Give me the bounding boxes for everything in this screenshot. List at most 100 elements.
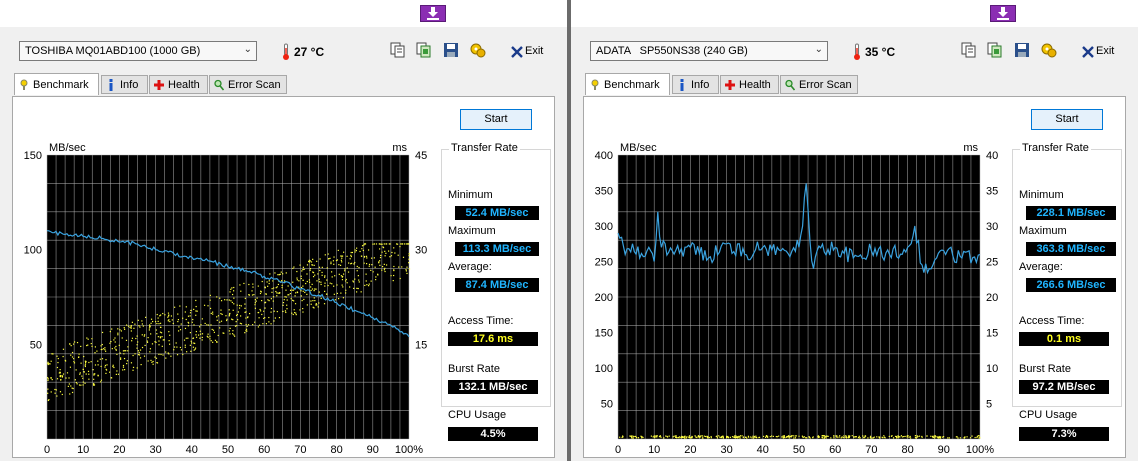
access-time-point [312,271,314,273]
access-time-point [168,331,170,333]
access-time-point [214,339,217,341]
access-time-point [104,366,106,368]
tab-error-scan[interactable]: Error Scan [209,75,287,94]
access-time-point [336,292,338,295]
access-time-point [192,318,194,321]
access-time-point [318,278,320,280]
maximum-value: 363.8 MB/sec [1026,242,1116,256]
access-time-point [100,345,102,347]
download-icon[interactable] [420,5,446,22]
access-time-point [169,334,171,336]
drive-select[interactable]: ADATA SP550NS38 (240 GB) ⌄ [590,41,828,61]
options-icon [470,43,486,58]
access-time-point [145,316,147,318]
copy-screenshot-button[interactable] [986,41,1006,61]
access-time-point [131,337,134,339]
tab-health[interactable]: Health [149,75,208,94]
access-time-point [132,354,134,357]
access-time-point [765,435,767,438]
tab-info[interactable]: Info [101,75,148,94]
access-time-point [184,311,186,313]
access-time-point [673,435,675,437]
access-time-point [277,274,279,276]
tab-error-scan[interactable]: Error Scan [780,75,858,94]
tab-info[interactable]: Info [672,75,719,94]
access-time-point [301,270,303,272]
access-time-point [384,250,386,252]
access-time-point [314,288,316,290]
access-time-point [217,334,219,337]
access-time-point [634,435,636,438]
access-time-point [50,391,52,393]
access-time-point [251,290,253,292]
access-time-point [845,435,847,437]
access-time-point [682,436,684,438]
access-time-point [630,435,632,437]
access-time-point [56,355,58,357]
access-time-point [719,436,721,438]
access-time-point [216,316,218,318]
access-time-point [47,392,49,394]
access-time-point [379,260,381,262]
access-time-point [381,251,383,253]
tab-health[interactable]: Health [720,75,779,94]
access-time-point [363,262,365,264]
start-button[interactable]: Start [460,109,532,130]
access-time-point [304,291,306,294]
access-time-point [360,291,362,293]
access-time-point [75,369,77,371]
access-time-point [240,290,242,292]
access-time-point [231,318,233,320]
options-button[interactable] [1040,41,1060,61]
tab-benchmark[interactable]: Benchmark [585,73,670,95]
access-time-point [792,435,794,437]
save-button[interactable] [1013,41,1033,61]
access-time-point [321,266,323,268]
access-time-point [232,309,234,311]
access-time-point [974,436,976,439]
access-time-point [619,436,621,438]
y-tick-label: 50 [601,399,613,411]
y-tick-label: 350 [595,186,613,198]
start-button[interactable]: Start [1031,109,1103,130]
copy-text-button[interactable] [389,41,409,61]
access-time-point [894,435,897,438]
access-time-point [835,435,837,437]
access-time-point [243,282,245,285]
options-button[interactable] [469,41,489,61]
access-time-point [362,249,364,252]
access-time-point [842,436,844,439]
access-time-point [80,345,82,347]
access-time-point [83,355,85,358]
access-time-point [337,249,339,251]
access-time-point [62,373,65,375]
access-time-point [211,328,213,331]
access-time-point [86,344,88,347]
access-time-point [70,354,72,356]
access-time-point [101,331,104,334]
copy-text-button[interactable] [960,41,980,61]
tab-benchmark[interactable]: Benchmark [14,73,99,95]
tab-bar: Benchmark Info Health Error Scan [583,73,1123,96]
copy-screenshot-button[interactable] [415,41,435,61]
download-icon[interactable] [990,5,1016,22]
drive-select[interactable]: TOSHIBA MQ01ABD100 (1000 GB) ⌄ [19,41,257,61]
access-time-point [91,338,93,340]
benchmark-page: MB/sec ms 400 350 300 250 200 150 100 50 40 35 30 25 2… [583,96,1126,458]
save-button[interactable] [442,41,462,61]
access-time-point [384,267,386,269]
access-time-point [251,294,254,296]
access-time-point [319,258,321,260]
access-time-point [155,329,157,331]
access-time-point [281,279,283,282]
access-time-point [147,337,149,339]
access-time-point [783,435,785,437]
access-time-point [210,312,212,315]
access-time-point [327,253,329,255]
burst-rate-value: 97.2 MB/sec [1019,380,1109,394]
access-time-point [87,338,89,340]
access-time-point [119,352,121,354]
access-time-point [305,282,307,285]
access-time-point [666,436,669,438]
access-time-point [160,332,163,334]
